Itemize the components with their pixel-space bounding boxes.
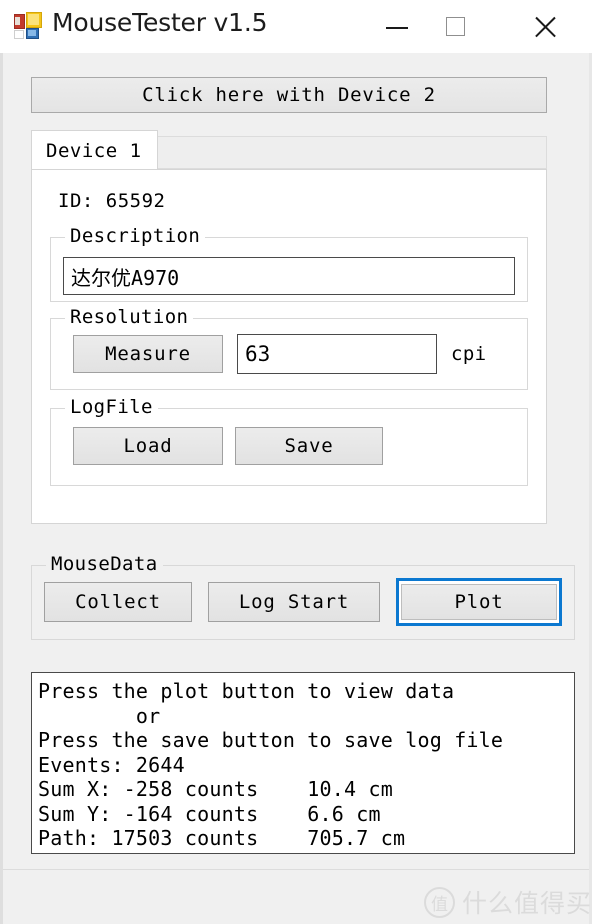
maximize-icon [445,17,465,36]
window-title: MouseTester v1.5 [52,8,268,37]
click-here-device2-button[interactable]: Click here with Device 2 [31,77,547,113]
plot-button[interactable]: Plot [396,578,562,626]
measure-button[interactable]: Measure [73,335,223,373]
output-line: Sum X: -258 counts 10.4 cm [38,777,393,801]
plot-button-label: Plot [401,584,557,620]
output-line: Events: 2644 [38,752,185,777]
close-button[interactable] [514,0,576,53]
load-button[interactable]: Load [73,427,223,465]
description-group-title: Description [65,225,206,247]
mousedata-group-title: MouseData [46,553,163,575]
resolution-group-title: Resolution [65,306,194,328]
minimize-icon [386,26,408,29]
tab-device-1[interactable]: Device 1 [31,130,158,170]
output-textarea[interactable]: Press the plot button to view data or Pr… [31,672,575,854]
output-line: Sum Y: -164 counts 6.6 cm [38,801,381,826]
bottom-divider [3,869,589,870]
device-1-panel: ID: 65592 Description 达尔优A970 Resolution… [31,169,547,524]
resolution-group: Resolution Measure 63 cpi [50,306,528,390]
maximize-button[interactable] [424,0,486,53]
watermark: 值 什么值得买 [424,884,592,920]
window-client-area: Click here with Device 2 Device 1 ID: 65… [0,53,592,924]
device-id-label: ID: 65592 [58,190,166,212]
mousedata-group: MouseData Collect Log Start Plot [31,553,575,640]
minimize-button[interactable] [366,0,428,53]
close-icon [532,14,558,40]
resolution-input[interactable]: 63 [237,334,437,374]
cpi-unit-label: cpi [451,343,487,365]
app-grid-icon [14,12,42,40]
description-group: Description 达尔优A970 [50,225,528,302]
output-line: Path: 17503 counts 705.7 cm [38,826,406,850]
log-start-button[interactable]: Log Start [208,582,380,622]
logfile-group: LogFile Load Save [50,396,528,486]
title-bar: MouseTester v1.5 [0,0,592,54]
description-input[interactable]: 达尔优A970 [63,257,515,295]
collect-button[interactable]: Collect [44,582,192,622]
output-line: Press the plot button to view data [38,679,455,703]
output-line: Press the save button to save log file [38,728,504,752]
device-tab-bar: Device 1 [31,130,547,170]
save-button[interactable]: Save [235,427,383,465]
watermark-badge-icon: 值 [424,886,455,918]
output-line: or [38,703,161,728]
logfile-group-title: LogFile [65,396,158,418]
watermark-text: 什么值得买 [462,889,592,918]
